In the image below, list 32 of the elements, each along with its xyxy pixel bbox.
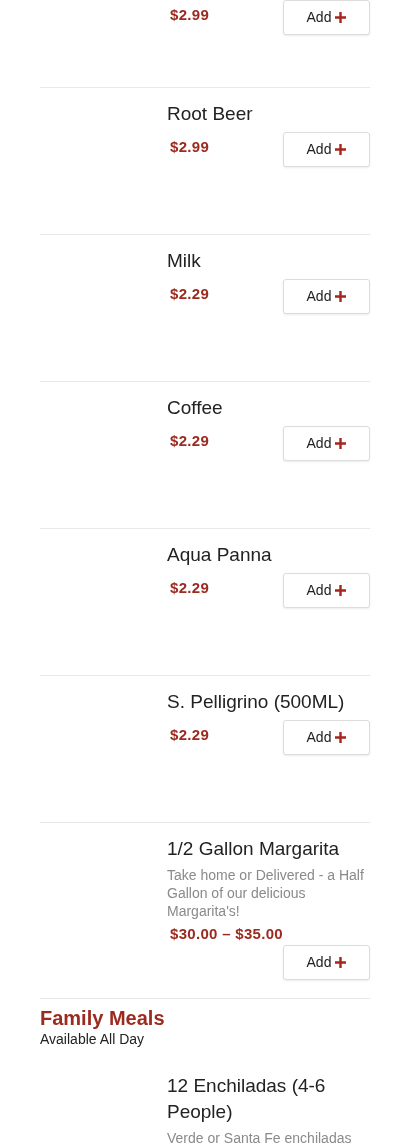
item-description: Verde or Santa Fe enchiladas [167, 1129, 353, 1147]
item-title: 1/2 Gallon Margarita [167, 837, 341, 861]
add-button[interactable]: Add [283, 426, 370, 461]
price: $2.99 [170, 5, 210, 25]
add-button[interactable]: Add [283, 279, 370, 314]
add-button[interactable]: Add [283, 945, 370, 980]
plus-icon [335, 732, 347, 743]
item-title: Root Beer [167, 102, 254, 126]
price: $2.29 [170, 431, 210, 451]
item-title: Coffee [167, 396, 224, 420]
plus-icon [335, 438, 347, 449]
price: $2.29 [170, 284, 210, 304]
add-button[interactable]: Add [283, 573, 370, 608]
plus-icon [335, 957, 347, 968]
price: $2.99 [170, 137, 210, 157]
item-title: Aqua Panna [167, 543, 273, 567]
plus-icon [335, 12, 347, 23]
item-description: Take home or Delivered - a Half Gallon of our delicious Margarita's! [167, 866, 365, 920]
price: $30.00 – $35.00 [170, 924, 284, 944]
section-subtitle: Available All Day [40, 1031, 146, 1047]
price: $2.29 [170, 578, 210, 598]
add-button[interactable]: Add [283, 720, 370, 755]
item-title: Milk [167, 249, 202, 273]
item-title: S. Pelligrino (500ML) [167, 690, 346, 714]
section-title: Family Meals [40, 1006, 166, 1031]
plus-icon [335, 144, 347, 155]
plus-icon [335, 291, 347, 302]
item-title: 12 Enchiladas (4-6 People) [167, 1074, 327, 1124]
add-button[interactable]: Add [283, 132, 370, 167]
price: $2.29 [170, 725, 210, 745]
add-button[interactable]: Add [283, 0, 370, 35]
plus-icon [335, 585, 347, 596]
